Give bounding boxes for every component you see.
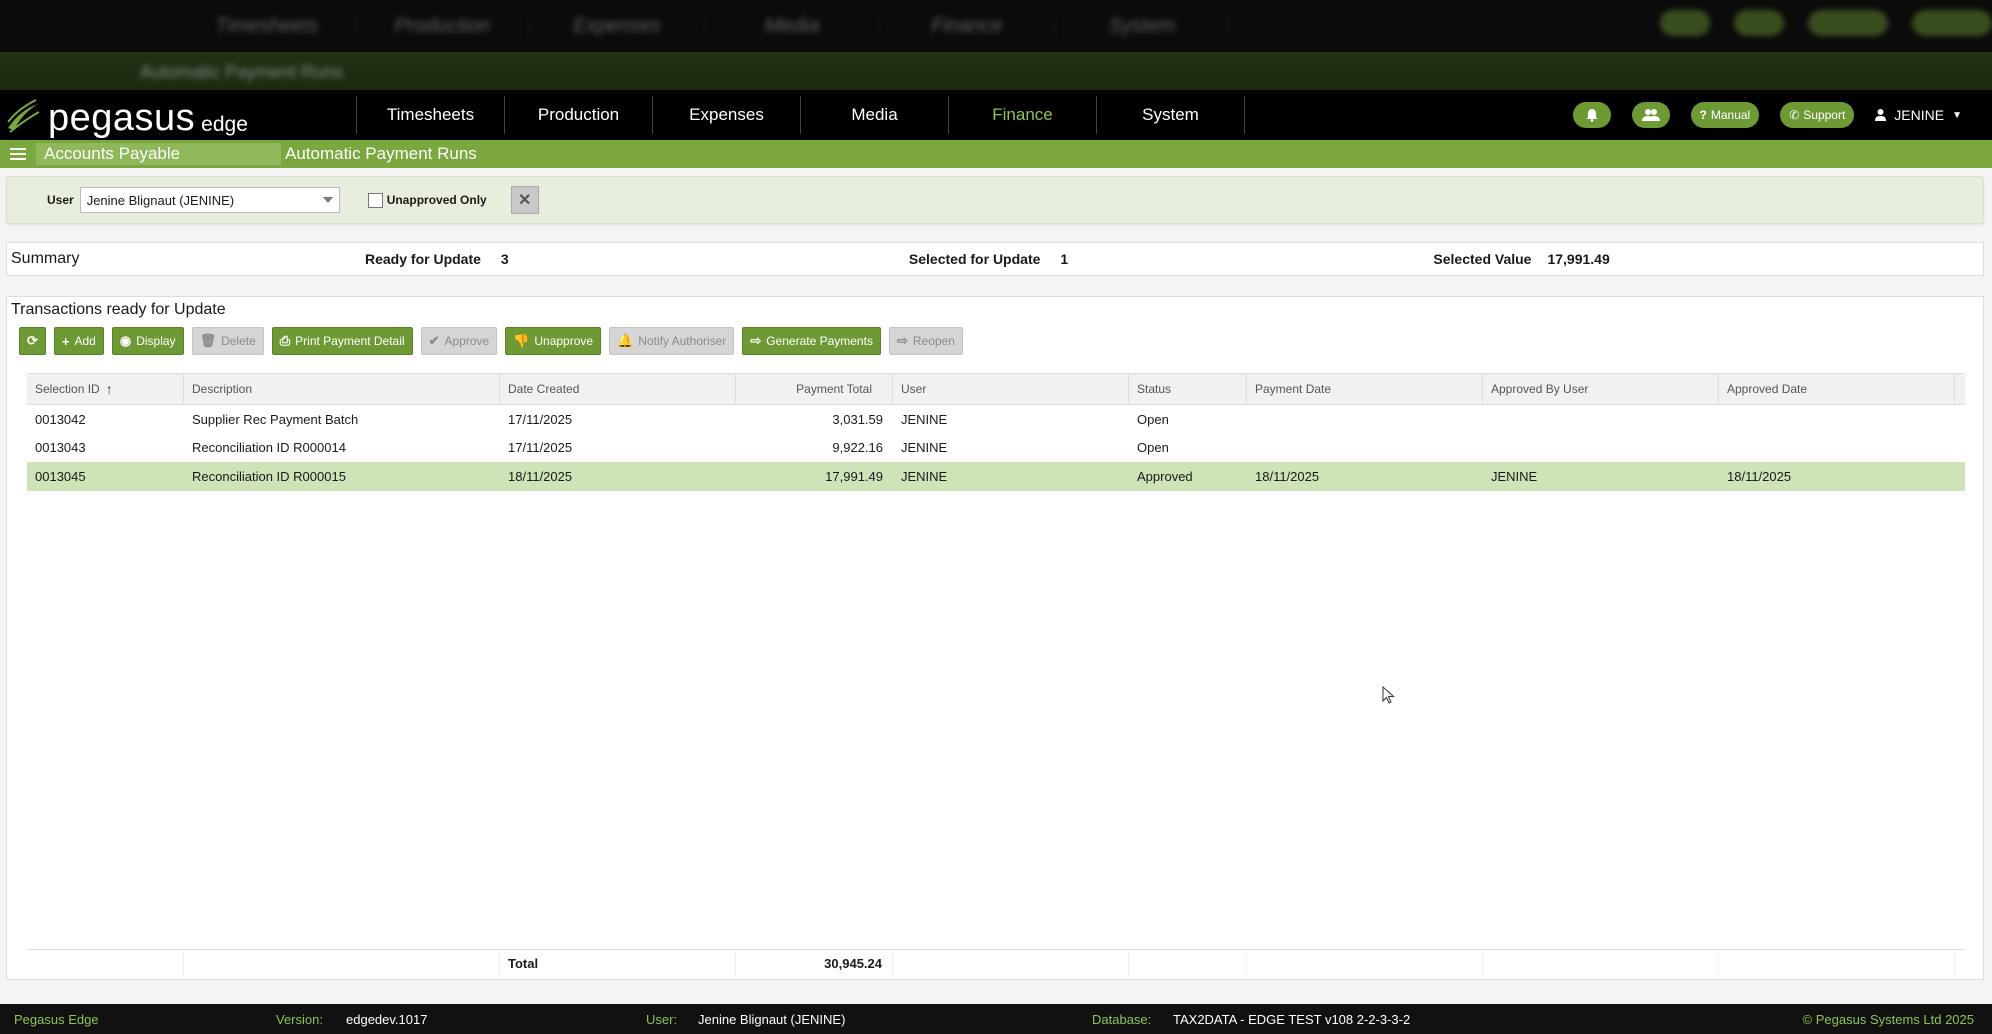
column-header-date-created[interactable]: Date Created <box>500 374 736 404</box>
selected-for-update-label: Selected for Update <box>908 251 1041 267</box>
table-row[interactable]: 0013042 Supplier Rec Payment Batch 17/11… <box>27 405 1965 434</box>
nav-system[interactable]: System <box>1097 96 1245 134</box>
delete-button[interactable]: 🗑 Delete <box>191 327 264 355</box>
users-icon <box>1641 109 1660 121</box>
total-label: Total <box>500 950 736 977</box>
selected-value-label: Selected Value <box>1433 251 1532 267</box>
printer-icon: ⎙ <box>279 333 291 348</box>
print-payment-detail-button[interactable]: ⎙ Print Payment Detail <box>271 327 413 355</box>
bell-icon: 🔔 <box>617 333 634 348</box>
question-icon: ? <box>1699 108 1707 122</box>
column-header-approved-date[interactable]: Approved Date <box>1719 374 1955 404</box>
top-navigation: pegasus edge Timesheets Production Expen… <box>0 90 1992 140</box>
close-icon: ✕ <box>518 192 532 209</box>
phone-icon: ✆ <box>1789 108 1800 122</box>
dropdown-caret-icon <box>322 197 333 203</box>
thumbs-down-icon: 👎 <box>513 333 530 348</box>
trash-icon: 🗑 <box>199 333 217 348</box>
display-button[interactable]: ◉ Display <box>111 327 184 355</box>
reopen-button[interactable]: ⇨ Reopen <box>888 327 963 355</box>
notifications-button[interactable] <box>1572 102 1611 128</box>
sign-out-icon: ⇨ <box>896 333 908 348</box>
hamburger-menu-icon[interactable] <box>0 140 36 168</box>
unapprove-button[interactable]: 👎 Unapprove <box>505 327 602 355</box>
generate-payments-button[interactable]: ⇨ Generate Payments <box>742 327 881 355</box>
add-button[interactable]: + Add <box>53 327 104 355</box>
sort-ascending-icon: ↑ <box>105 381 113 397</box>
column-header-description[interactable]: Description <box>184 374 500 404</box>
user-icon <box>1875 109 1887 121</box>
users-button[interactable] <box>1631 102 1670 128</box>
logo-subtext: edge <box>201 113 248 136</box>
refresh-button[interactable]: ⟳ <box>19 327 46 355</box>
status-bar: Pegasus Edge Version: edgedev.1017 User:… <box>0 1004 1992 1034</box>
table-header: Selection ID ↑ Description Date Created P… <box>27 373 1965 405</box>
column-header-payment-date[interactable]: Payment Date <box>1247 374 1483 404</box>
status-version-label: Version: <box>276 1011 323 1027</box>
notify-authoriser-button[interactable]: 🔔 Notify Authoriser <box>609 327 735 355</box>
main-menu: Timesheets Production Expenses Media Fin… <box>356 96 1245 134</box>
support-button[interactable]: ✆ Support <box>1780 102 1855 128</box>
nav-media[interactable]: Media <box>801 96 949 134</box>
summary-bar: Summary Ready for Update 3 Selected for … <box>6 242 1984 276</box>
status-database-value: TAX2DATA - EDGE TEST v108 2-2-3-3-2 <box>1173 1011 1411 1027</box>
nav-production[interactable]: Production <box>505 96 653 134</box>
selected-for-update-value: 1 <box>1060 251 1069 267</box>
transactions-table: Selection ID ↑ Description Date Created P… <box>27 373 1965 491</box>
chevron-down-icon: ▼ <box>1952 109 1962 121</box>
wing-logo-icon <box>7 99 40 133</box>
transactions-panel: Transactions ready for Update ⟳ + Add ◉ Di… <box>6 296 1984 980</box>
user-select[interactable]: Jenine Blignaut (JENINE) <box>79 187 340 213</box>
status-database-label: Database: <box>1092 1011 1152 1027</box>
manual-button[interactable]: ? Manual <box>1690 102 1760 128</box>
column-header-selection-id[interactable]: Selection ID ↑ <box>27 374 184 404</box>
plus-icon: + <box>61 333 70 349</box>
column-header-status[interactable]: Status <box>1129 374 1247 404</box>
selected-value-amount: 17,991.49 <box>1547 251 1610 267</box>
nav-actions: ? Manual ✆ Support JENINE ▼ <box>1572 90 1992 140</box>
summary-title: Summary <box>11 250 80 267</box>
blurred-background-header: Timesheets Production Expenses Media Fin… <box>0 0 1992 90</box>
panel-title: Transactions ready for Update <box>11 301 226 318</box>
pegasus-logo[interactable]: pegasus edge <box>0 90 356 140</box>
table-row[interactable]: 0013043 Reconciliation ID R000014 17/11/… <box>27 434 1965 463</box>
refresh-icon: ⟳ <box>27 333 38 348</box>
logo-text: pegasus <box>48 97 196 139</box>
total-value: 30,945.24 <box>736 950 893 977</box>
table-row-selected[interactable]: 0013045 Reconciliation ID R000015 18/11/… <box>27 462 1965 491</box>
clear-filter-button[interactable]: ✕ <box>510 186 539 214</box>
status-copyright: © Pegasus Systems Ltd 2025 <box>1802 1011 1974 1027</box>
checkbox-box[interactable] <box>367 192 383 208</box>
eye-icon: ◉ <box>119 333 132 348</box>
status-version-value: edgedev.1017 <box>346 1011 428 1027</box>
user-filter-label: User <box>47 193 74 207</box>
check-icon: ✔ <box>428 333 440 348</box>
ready-for-update-label: Ready for Update <box>365 251 481 267</box>
table-footer: Total 30,945.24 <box>27 949 1965 977</box>
unapproved-only-checkbox[interactable]: Unapproved Only <box>367 192 487 208</box>
status-user-value: Jenine Blignaut (JENINE) <box>698 1011 846 1027</box>
column-header-payment-total[interactable]: Payment Total <box>736 374 893 404</box>
action-toolbar: ⟳ + Add ◉ Display 🗑 Delete ⎙ Print Payment D… <box>7 327 1983 355</box>
status-user-label: User: <box>646 1011 678 1027</box>
user-menu[interactable]: JENINE ▼ <box>1875 107 1962 123</box>
bell-icon <box>1586 109 1597 122</box>
filter-bar: User Jenine Blignaut (JENINE) Unapproved… <box>6 176 1984 224</box>
breadcrumb: Accounts Payable Automatic Payment Runs <box>0 140 1992 168</box>
column-header-approved-by-user[interactable]: Approved By User <box>1483 374 1719 404</box>
nav-expenses[interactable]: Expenses <box>653 96 801 134</box>
breadcrumb-page: Automatic Payment Runs <box>285 144 477 163</box>
approve-button[interactable]: ✔ Approve <box>420 327 498 355</box>
mouse-pointer-icon <box>1382 686 1395 704</box>
column-header-user[interactable]: User <box>893 374 1129 404</box>
sign-out-icon: ⇨ <box>750 333 762 348</box>
ready-for-update-value: 3 <box>500 251 509 267</box>
nav-finance[interactable]: Finance <box>949 96 1097 134</box>
status-app-name: Pegasus Edge <box>14 1011 99 1027</box>
breadcrumb-module[interactable]: Accounts Payable <box>36 143 281 165</box>
nav-timesheets[interactable]: Timesheets <box>357 96 505 134</box>
